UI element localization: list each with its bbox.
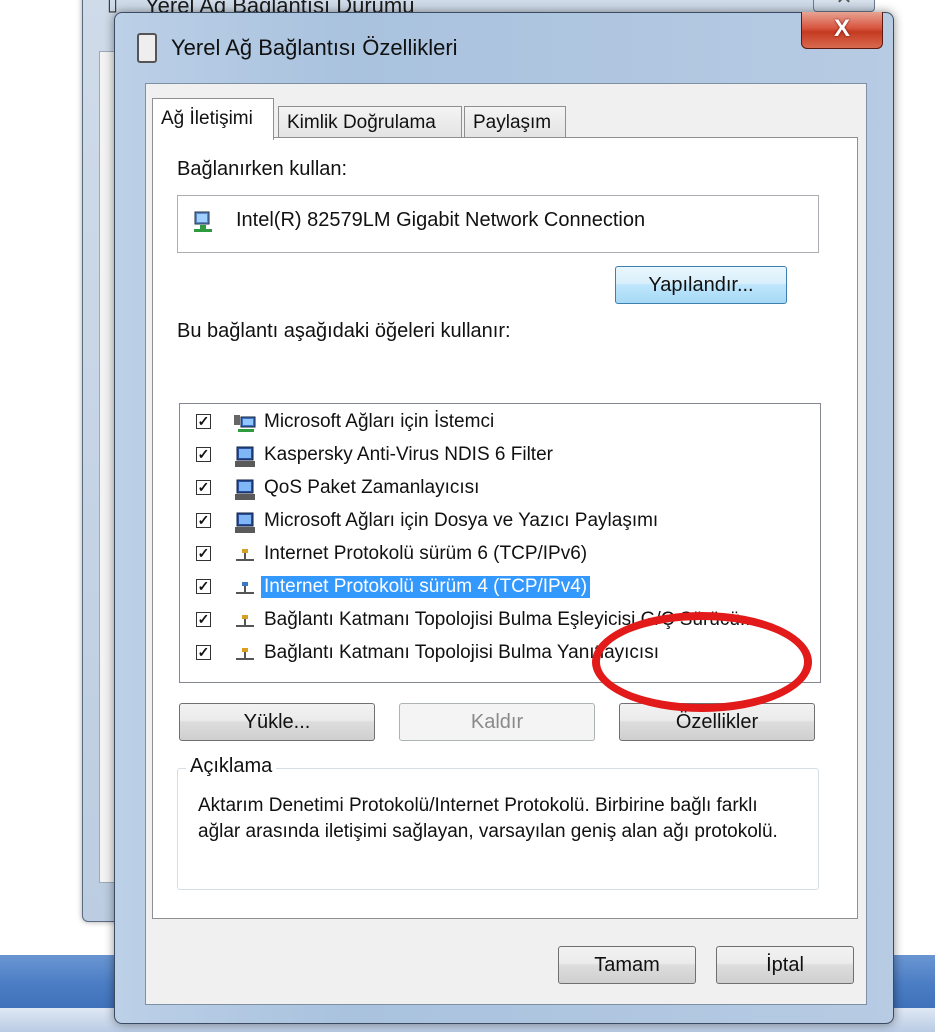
network-service-icon — [235, 512, 255, 533]
configure-button[interactable]: Yapılandır... — [615, 266, 787, 304]
protocol-icon — [236, 582, 254, 594]
protocol-icon — [236, 648, 254, 660]
dialog-title: Yerel Ağ Bağlantısı Özellikleri — [171, 35, 458, 60]
item-label: Internet Protokolü sürüm 6 (TCP/IPv6) — [264, 543, 588, 564]
network-adapter-icon — [194, 211, 212, 232]
description-group: Açıklama Aktarım Denetimi Protokolü/Inte… — [177, 755, 819, 890]
tab-networking[interactable]: Ağ İletişimi — [152, 98, 274, 140]
tab-panel-networking: Bağlanırken kullan: Intel(R) 82579LM Gig… — [152, 137, 858, 919]
description-text: Aktarım Denetimi Protokolü/Internet Prot… — [198, 795, 778, 842]
network-service-icon — [235, 446, 255, 467]
background-close-button[interactable]: ✕ — [813, 0, 875, 12]
uninstall-button: Kaldır — [399, 703, 595, 741]
properties-dialog: Yerel Ağ Bağlantısı Özellikleri X Ağ İle… — [114, 12, 894, 1024]
protocol-icon — [236, 615, 254, 627]
description-title: Açıklama — [186, 755, 277, 778]
item-label: Kaspersky Anti-Virus NDIS 6 Filter — [264, 444, 553, 465]
cancel-button[interactable]: İptal — [716, 946, 854, 984]
item-checkbox[interactable]: ✓ — [196, 612, 211, 627]
protocol-icon — [236, 549, 254, 561]
list-item[interactable]: ✓ Kaspersky Anti-Virus NDIS 6 Filter — [180, 439, 820, 473]
adapter-field: Intel(R) 82579LM Gigabit Network Connect… — [177, 195, 819, 253]
item-checkbox[interactable]: ✓ — [196, 447, 211, 462]
network-client-icon — [234, 415, 256, 432]
item-checkbox[interactable]: ✓ — [196, 579, 211, 594]
list-item[interactable]: ✓ QoS Paket Zamanlayıcısı — [180, 472, 820, 506]
tab-authentication[interactable]: Kimlik Doğrulama — [278, 106, 462, 138]
item-checkbox[interactable]: ✓ — [196, 480, 211, 495]
list-item[interactable]: ✓ Internet Protokolü sürüm 6 (TCP/IPv6) — [180, 538, 820, 572]
connect-using-label: Bağlanırken kullan: — [177, 158, 348, 180]
item-label: Microsoft Ağları için İstemci — [264, 411, 495, 432]
item-label: Microsoft Ağları için Dosya ve Yazıcı Pa… — [264, 510, 659, 531]
list-item[interactable]: ✓ Microsoft Ağları için Dosya ve Yazıcı … — [180, 505, 820, 539]
network-service-icon — [235, 479, 255, 500]
list-item-selected[interactable]: ✓ Internet Protokolü sürüm 4 (TCP/IPv4) — [180, 571, 820, 605]
item-checkbox[interactable]: ✓ — [196, 513, 211, 528]
highlight-annotation-ellipse — [592, 612, 812, 712]
items-label: Bu bağlantı aşağıdaki öğeleri kullanır: — [177, 320, 511, 342]
item-label: Internet Protokolü sürüm 4 (TCP/IPv4) — [261, 576, 591, 598]
item-checkbox[interactable]: ✓ — [196, 546, 211, 561]
item-checkbox[interactable]: ✓ — [196, 414, 211, 429]
item-checkbox[interactable]: ✓ — [196, 645, 211, 660]
dialog-client: Ağ İletişimi Kimlik Doğrulama Paylaşım B… — [145, 83, 867, 1005]
close-button[interactable]: X — [801, 12, 883, 49]
tab-sharing[interactable]: Paylaşım — [464, 106, 566, 138]
adapter-name: Intel(R) 82579LM Gigabit Network Connect… — [236, 209, 646, 231]
ok-button[interactable]: Tamam — [558, 946, 696, 984]
network-adapter-icon — [137, 33, 157, 63]
install-button[interactable]: Yükle... — [179, 703, 375, 741]
item-label: QoS Paket Zamanlayıcısı — [264, 477, 480, 498]
list-item[interactable]: ✓ Microsoft Ağları için İstemci — [180, 406, 820, 440]
